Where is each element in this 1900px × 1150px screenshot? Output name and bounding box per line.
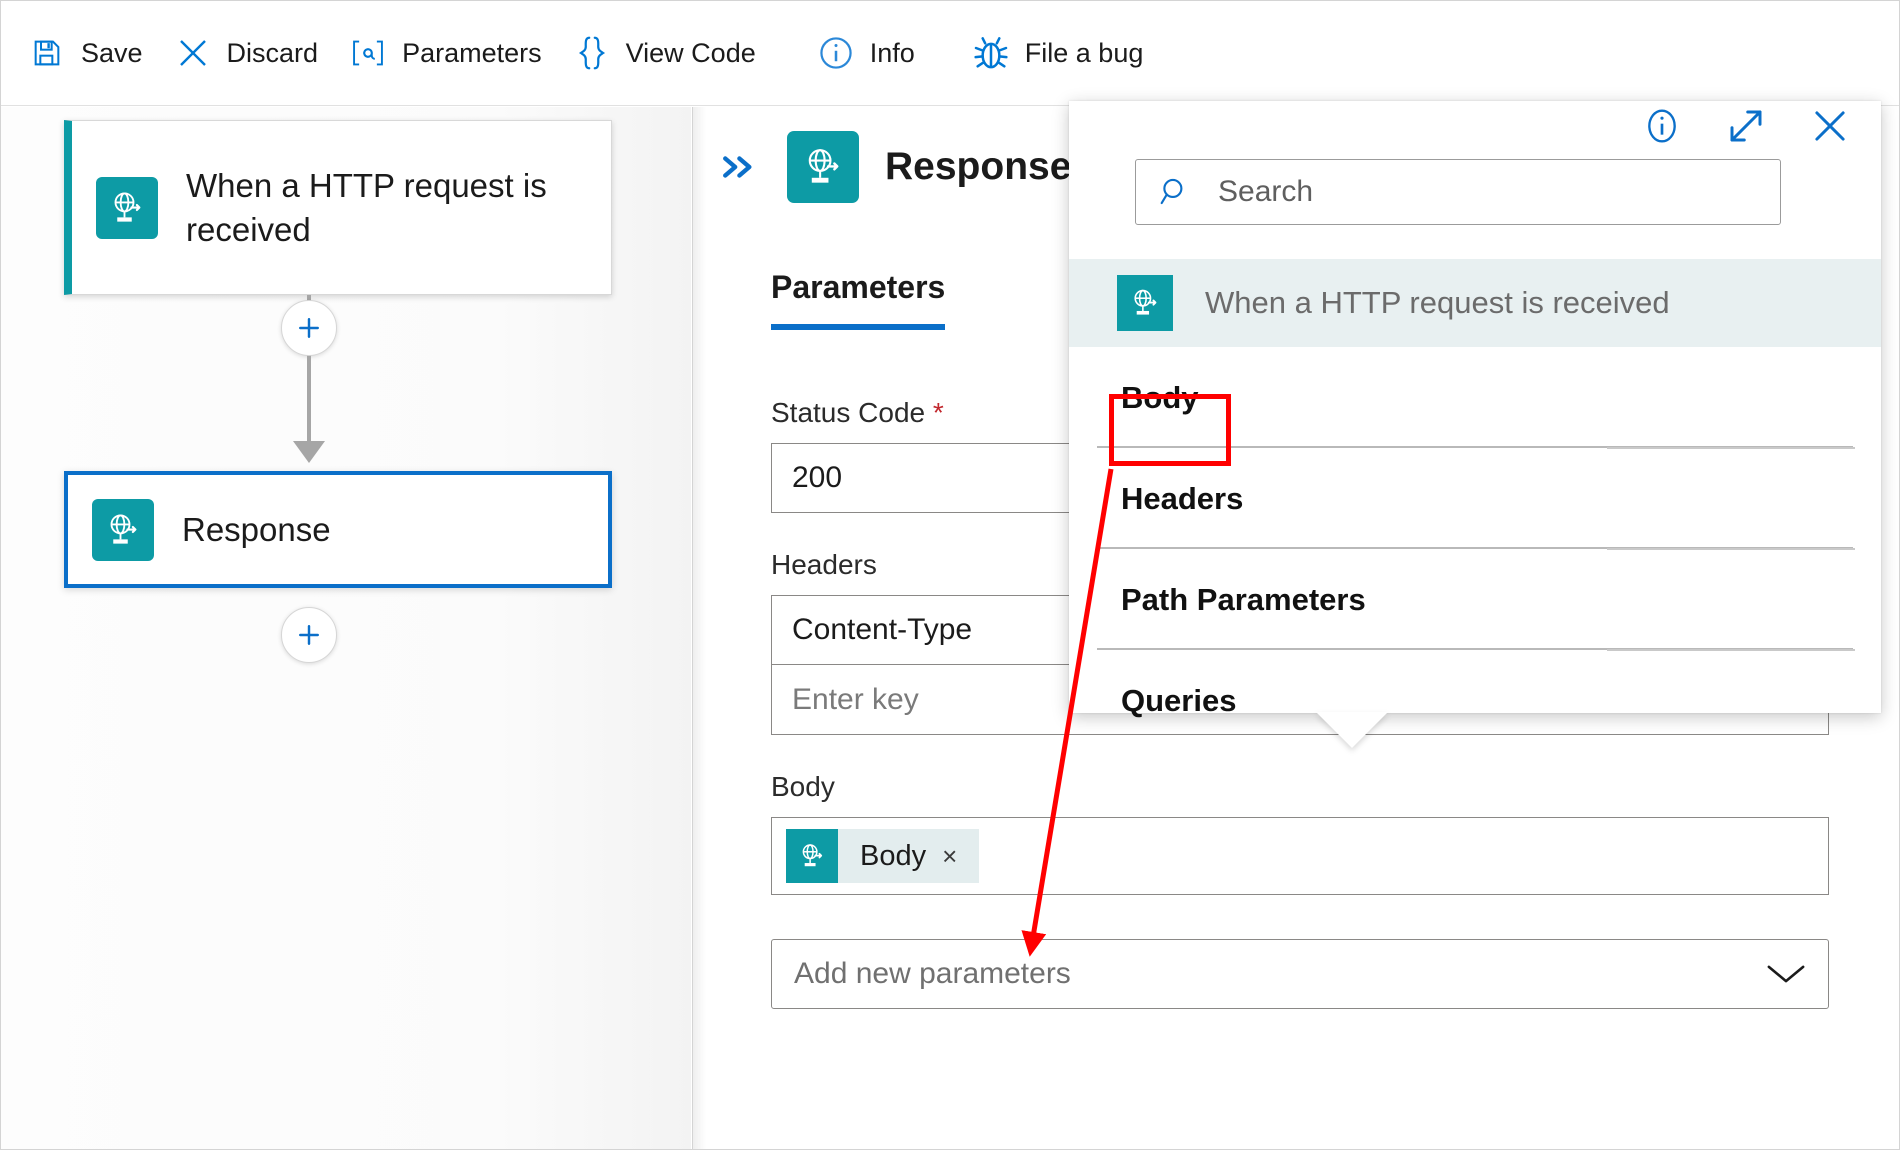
double-chevron-right-icon[interactable] <box>711 140 765 194</box>
tab-parameters-label: Parameters <box>771 269 945 305</box>
tab-parameters[interactable]: Parameters <box>771 269 945 330</box>
parameters-button[interactable]: Parameters <box>344 25 568 81</box>
dynamic-content-item-path-parameters[interactable]: Path Parameters <box>1069 549 1881 650</box>
insert-action-button-2[interactable] <box>281 607 337 663</box>
workflow-node-trigger[interactable]: When a HTTP request is received <box>64 120 612 295</box>
header-key-value-1: Content-Type <box>792 613 972 647</box>
view-code-label: View Code <box>626 40 756 67</box>
workflow-node-response[interactable]: Response <box>64 471 612 588</box>
add-new-parameters-placeholder: Add new parameters <box>794 957 1071 991</box>
dynamic-content-group-label: When a HTTP request is received <box>1205 285 1670 321</box>
detail-panel-tabs: Parameters Settings <box>771 269 1120 330</box>
discard-x-icon <box>173 33 213 73</box>
body-token-editor[interactable]: Body × <box>771 817 1829 895</box>
save-button[interactable]: Save <box>23 25 169 81</box>
header-key-placeholder-2: Enter key <box>792 683 919 717</box>
connector-arrowhead <box>293 441 325 463</box>
dynamic-content-search-box[interactable]: Search <box>1135 159 1781 225</box>
dynamic-content-group-header[interactable]: When a HTTP request is received <box>1069 259 1881 347</box>
detail-panel-icon <box>787 131 859 203</box>
close-x-icon[interactable] <box>1809 105 1851 147</box>
required-marker: * <box>933 397 944 428</box>
http-request-icon <box>1117 275 1173 331</box>
connector-line-2 <box>307 356 311 446</box>
body-token-chip[interactable]: Body × <box>786 829 979 883</box>
http-request-icon <box>96 177 158 239</box>
info-button[interactable]: Info <box>812 25 941 81</box>
command-bar: Save Discard Parameters <box>1 1 1900 106</box>
remove-token-icon[interactable]: × <box>942 841 979 872</box>
dynamic-content-item-body[interactable]: Body <box>1069 347 1881 448</box>
add-new-parameters-dropdown[interactable]: Add new parameters <box>771 939 1829 1009</box>
file-a-bug-button[interactable]: File a bug <box>967 25 1170 81</box>
info-label: Info <box>870 40 915 67</box>
flyout-action-buttons <box>1641 105 1851 147</box>
dynamic-content-item-headers[interactable]: Headers <box>1069 448 1881 549</box>
status-code-value: 200 <box>792 461 842 495</box>
save-icon <box>27 33 67 73</box>
dynamic-content-item-label: Body <box>1121 380 1199 416</box>
dynamic-content-token-list: Body Headers Path Parameters Queries <box>1069 347 1881 751</box>
detail-panel-title: Response <box>885 145 1071 189</box>
http-request-icon <box>786 829 838 883</box>
flyout-callout-notch <box>1316 712 1388 748</box>
action-node-title: Response <box>182 508 331 552</box>
app-window: Save Discard Parameters <box>0 0 1900 1150</box>
at-brackets-icon <box>348 33 388 73</box>
file-a-bug-label: File a bug <box>1025 40 1144 67</box>
workflow-canvas[interactable]: When a HTTP request is received <box>1 107 691 1150</box>
info-circle-icon[interactable] <box>1641 105 1683 147</box>
view-code-button[interactable]: View Code <box>568 25 782 81</box>
body-token-label: Body <box>838 840 942 873</box>
discard-button[interactable]: Discard <box>169 25 345 81</box>
search-placeholder: Search <box>1218 175 1313 209</box>
parameters-label: Parameters <box>402 40 542 67</box>
insert-action-button-1[interactable] <box>281 300 337 356</box>
dynamic-content-flyout: Search When a HTTP request is received B… <box>1069 101 1881 713</box>
search-icon <box>1158 175 1192 209</box>
save-label: Save <box>81 40 143 67</box>
dynamic-content-item-label: Headers <box>1121 481 1243 517</box>
dynamic-content-item-label: Queries <box>1121 683 1236 719</box>
status-code-label-text: Status Code <box>771 397 925 428</box>
bug-icon <box>971 33 1011 73</box>
dynamic-content-item-queries[interactable]: Queries <box>1069 650 1881 751</box>
field-body: Body Body <box>771 771 1829 895</box>
discard-label: Discard <box>227 40 319 67</box>
chevron-down-icon <box>1766 961 1806 987</box>
dynamic-content-item-label: Path Parameters <box>1121 582 1366 618</box>
http-response-icon <box>92 499 154 561</box>
info-circle-icon <box>816 33 856 73</box>
curly-braces-icon <box>572 33 612 73</box>
expand-arrow-icon[interactable] <box>1725 105 1767 147</box>
body-label: Body <box>771 771 1829 803</box>
trigger-node-title: When a HTTP request is received <box>186 164 566 251</box>
